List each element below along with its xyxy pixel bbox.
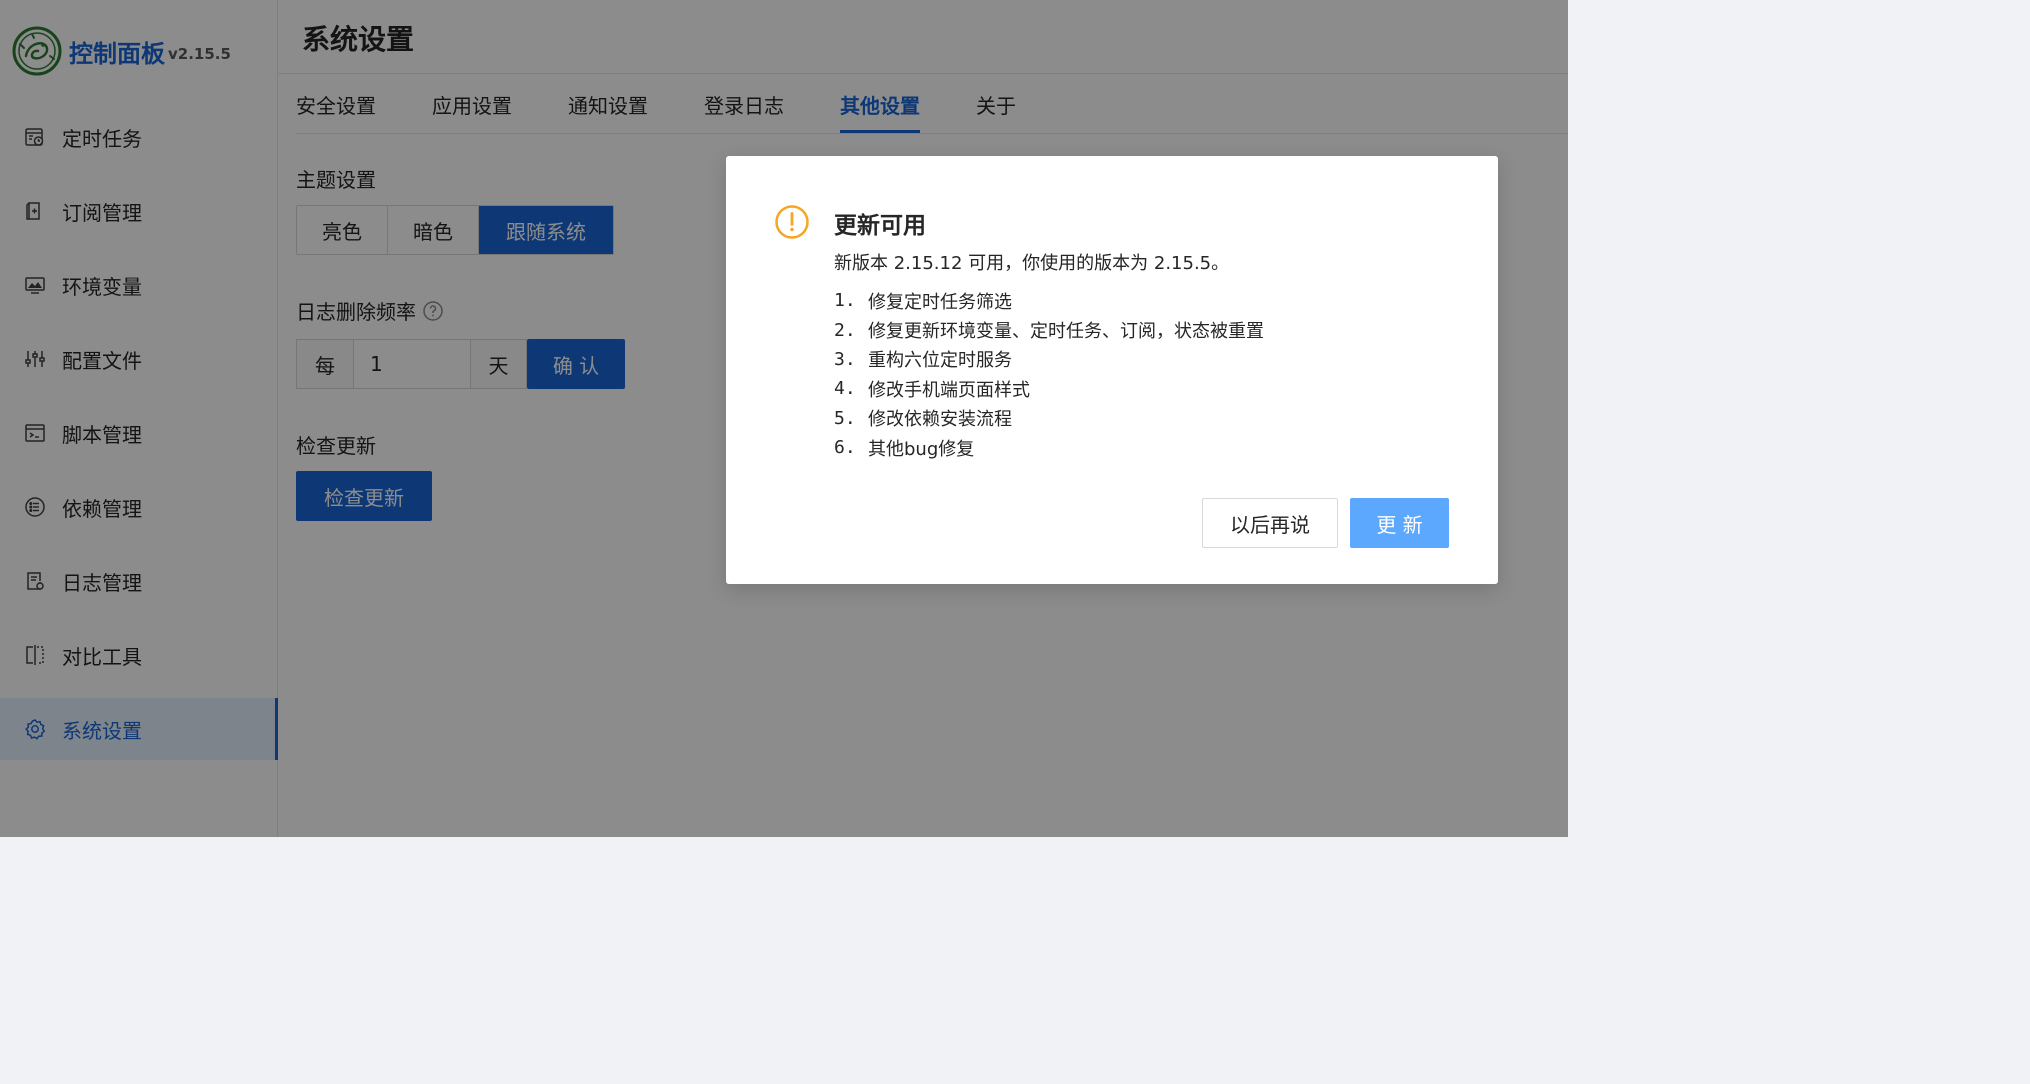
list-item-number: 4.	[834, 378, 856, 400]
list-item: 4. 修改手机端页面样式	[834, 374, 1264, 403]
list-item-text: 修复更新环境变量、定时任务、订阅，状态被重置	[868, 321, 1264, 343]
later-button[interactable]: 以后再说	[1202, 498, 1338, 548]
list-item-text: 修复定时任务筛选	[868, 291, 1012, 313]
modal-description: 新版本 2.15.12 可用，你使用的版本为 2.15.5。	[834, 253, 1230, 274]
list-item: 2. 修复更新环境变量、定时任务、订阅，状态被重置	[834, 315, 1264, 344]
list-item-text: 修改依赖安装流程	[868, 409, 1012, 431]
list-item: 3. 重构六位定时服务	[834, 345, 1264, 374]
modal-title: 更新可用	[834, 213, 926, 239]
update-button[interactable]: 更 新	[1350, 498, 1449, 548]
exclamation-circle-icon	[775, 205, 809, 239]
list-item-number: 2.	[834, 319, 856, 341]
list-item-text: 重构六位定时服务	[868, 350, 1012, 372]
list-item-number: 6.	[834, 437, 856, 459]
list-item-number: 5.	[834, 407, 856, 429]
list-item: 5. 修改依赖安装流程	[834, 404, 1264, 433]
list-item: 6. 其他bug修复	[834, 433, 1264, 462]
list-item-number: 1.	[834, 290, 856, 312]
changelog-list: 1. 修复定时任务筛选 2. 修复更新环境变量、定时任务、订阅，状态被重置 3. 重构…	[834, 286, 1264, 462]
list-item: 1. 修复定时任务筛选	[834, 286, 1264, 315]
list-item-text: 修改手机端页面样式	[868, 379, 1030, 401]
list-item-text: 其他bug修复	[868, 438, 975, 460]
list-item-number: 3.	[834, 348, 856, 370]
update-modal: 更新可用 新版本 2.15.12 可用，你使用的版本为 2.15.5。 1. 修复…	[726, 156, 1498, 584]
